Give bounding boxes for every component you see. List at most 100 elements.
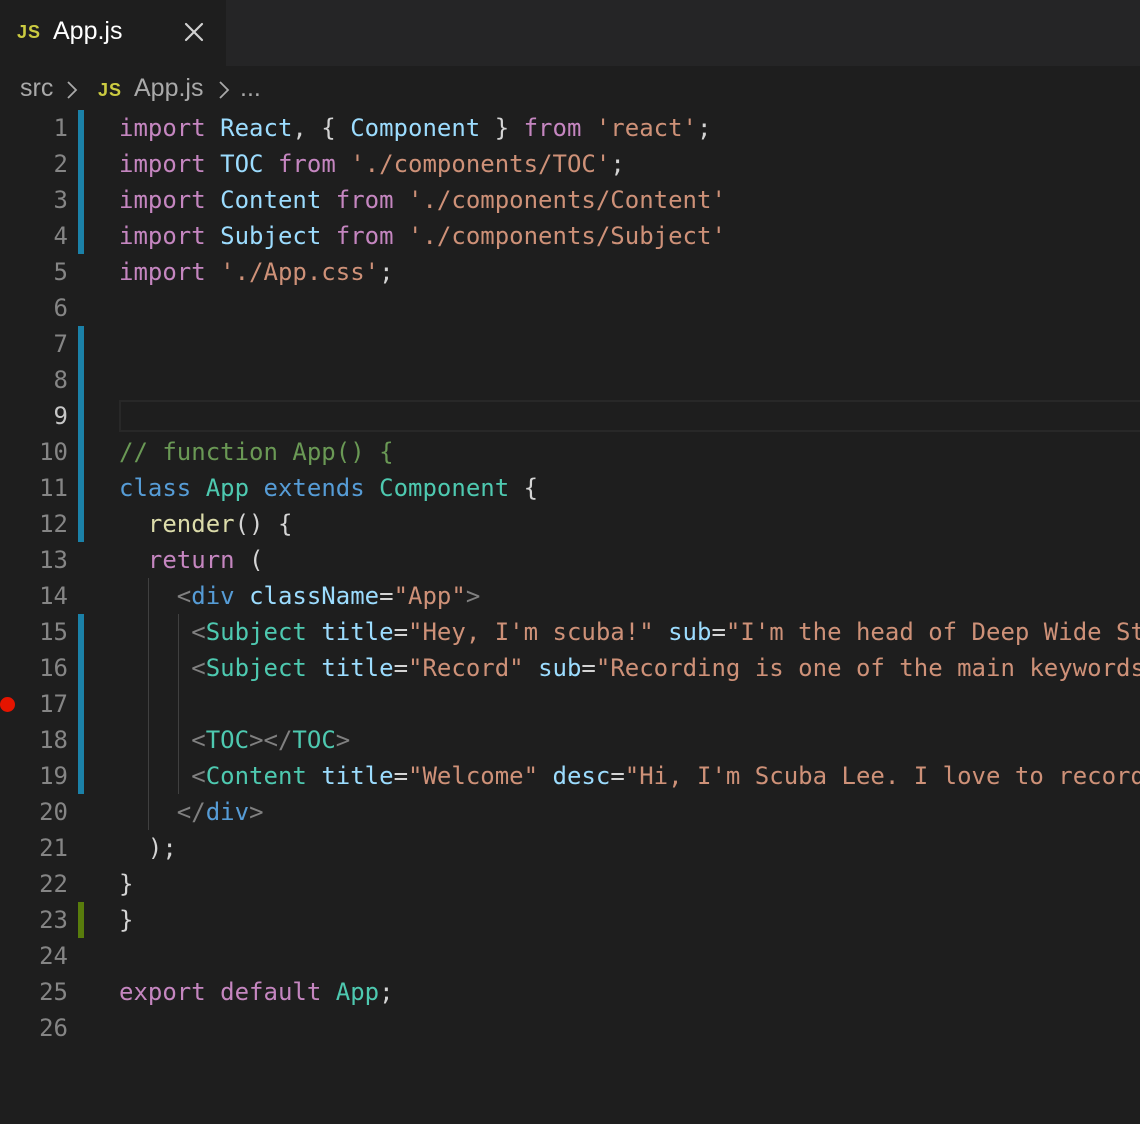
code-token: from [277, 150, 336, 178]
line-number: 7 [53, 330, 68, 358]
breadcrumb-folder-src[interactable]: src [20, 74, 53, 103]
code-token: from [335, 222, 394, 250]
code-token: < [176, 582, 192, 610]
code-line[interactable]: 21 ); [0, 830, 1140, 866]
code-line[interactable]: 3 import Content from './components/Conte… [0, 182, 1140, 218]
tab-app-js[interactable]: JS App.js [0, 0, 226, 66]
code-token: class [119, 474, 192, 502]
code-line[interactable]: 9 [0, 398, 1140, 434]
code-line[interactable]: 11 class App extends Component { [0, 470, 1140, 506]
code-token: </ [176, 798, 206, 826]
gutter-modified-indicator[interactable] [78, 110, 84, 146]
code-token: ></ [249, 726, 293, 754]
code-token: Subject [205, 654, 307, 682]
code-line[interactable]: 7 [0, 326, 1140, 362]
code-token: sub [668, 618, 712, 646]
code-token: < [191, 762, 206, 790]
code-line[interactable]: 5 import './App.css'; [0, 254, 1140, 290]
gutter-modified-indicator[interactable] [78, 398, 84, 434]
code-token: import [119, 186, 206, 214]
gutter-modified-indicator[interactable] [78, 182, 84, 218]
gutter-modified-indicator[interactable] [78, 722, 84, 758]
code-token: extends [263, 474, 365, 502]
tab-label: App.js [53, 17, 123, 45]
code-text: return ( [119, 542, 264, 578]
code-text: <div className="App"> [119, 578, 480, 614]
code-token: ( [234, 546, 264, 574]
gutter-modified-indicator[interactable] [78, 434, 84, 470]
code-text: import React, { Component } from 'react'… [119, 110, 711, 146]
code-token: import [119, 150, 206, 178]
code-token: = [581, 654, 596, 682]
gutter-modified-indicator[interactable] [78, 650, 84, 686]
code-text: </div> [119, 794, 264, 830]
code-token: // function App() { [119, 438, 394, 466]
code-text: class App extends Component { [119, 470, 538, 506]
code-text: import TOC from './components/TOC'; [119, 146, 625, 182]
code-token: import [119, 258, 206, 286]
code-token: TOC [205, 726, 250, 754]
code-token: "App" [393, 582, 466, 610]
gutter-modified-indicator[interactable] [78, 326, 84, 362]
code-token: from [523, 114, 582, 142]
code-line[interactable]: 1 import React, { Component } from 'react… [0, 110, 1140, 146]
gutter-added-indicator[interactable] [78, 902, 84, 938]
code-line[interactable]: 13 return ( [0, 542, 1140, 578]
line-number: 24 [39, 942, 68, 970]
chevron-right-icon [217, 79, 231, 108]
code-token: return [147, 546, 235, 574]
code-line[interactable]: 26 [0, 1010, 1140, 1046]
gutter-modified-indicator[interactable] [78, 362, 84, 398]
breadcrumb-symbol-ellipsis[interactable]: ... [240, 74, 261, 103]
code-line[interactable]: 25 export default App; [0, 974, 1140, 1010]
code-token: ; [379, 978, 394, 1006]
code-token: title [321, 654, 394, 682]
line-number: 6 [53, 294, 68, 322]
code-line[interactable]: 10 // function App() { [0, 434, 1140, 470]
code-token: } [480, 114, 524, 142]
code-line[interactable]: 4 import Subject from './components/Subje… [0, 218, 1140, 254]
line-number: 23 [39, 906, 68, 934]
code-token: = [393, 654, 409, 682]
code-line[interactable]: 12 render() { [0, 506, 1140, 542]
gutter-modified-indicator[interactable] [78, 686, 84, 722]
gutter-modified-indicator[interactable] [78, 506, 84, 542]
gutter-modified-indicator[interactable] [78, 218, 84, 254]
gutter-modified-indicator[interactable] [78, 146, 84, 182]
line-number: 3 [53, 186, 68, 214]
code-line[interactable]: 14 <div className="App"> [0, 578, 1140, 614]
code-line[interactable]: 6 [0, 290, 1140, 326]
code-text: import Subject from './components/Subjec… [119, 218, 726, 254]
close-icon[interactable] [181, 18, 207, 46]
code-line[interactable]: 24 [0, 938, 1140, 974]
gutter-modified-indicator[interactable] [78, 758, 84, 794]
code-line[interactable]: 15 <Subject title="Hey, I'm scuba!" sub=… [0, 614, 1140, 650]
code-line[interactable]: 18 <TOC></TOC> [0, 722, 1140, 758]
code-line[interactable]: 20 </div> [0, 794, 1140, 830]
code-line[interactable]: 17 [0, 686, 1140, 722]
code-token: } [119, 870, 134, 898]
code-token: import [119, 114, 206, 142]
gutter-modified-indicator[interactable] [78, 614, 84, 650]
code-line[interactable]: 23} [0, 902, 1140, 938]
code-line[interactable]: 22} [0, 866, 1140, 902]
code-line[interactable]: 2 import TOC from './components/TOC'; [0, 146, 1140, 182]
gutter-modified-indicator[interactable] [78, 470, 84, 506]
chevron-right-icon [65, 79, 79, 108]
code-token: = [393, 762, 409, 790]
code-editor[interactable]: 1 import React, { Component } from 'react… [0, 110, 1140, 1124]
code-line[interactable]: 19 <Content title="Welcome" desc="Hi, I'… [0, 758, 1140, 794]
breadcrumb-file-app-js[interactable]: App.js [134, 74, 203, 103]
code-text: } [119, 902, 133, 938]
code-text: import Content from './components/Conten… [119, 182, 726, 218]
code-line[interactable]: 8 [0, 362, 1140, 398]
code-line[interactable]: 16 <Subject title="Record" sub="Recordin… [0, 650, 1140, 686]
